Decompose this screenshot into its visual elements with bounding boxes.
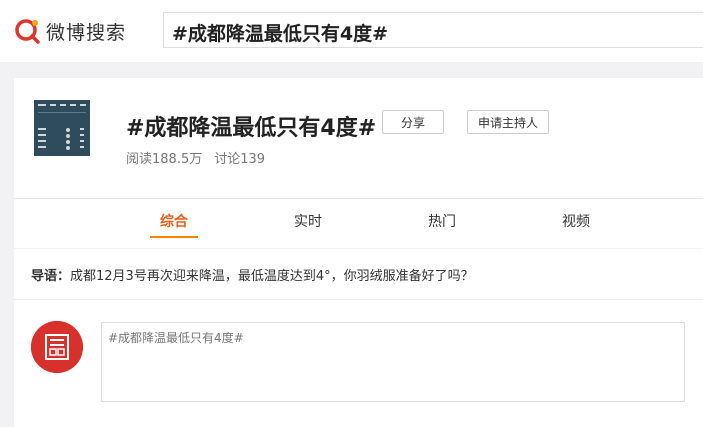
topic-guide: 导语：成都12月3号再次迎来降温，最低温度达到4°，你羽绒服准备好了吗？ — [14, 249, 703, 300]
discussion-count: 讨论139 — [214, 152, 266, 167]
search-input[interactable]: #成都降温最低只有4度# — [163, 12, 703, 48]
apply-host-button[interactable]: 申请主持人 — [467, 110, 549, 134]
topic-thumbnail — [34, 100, 90, 156]
logo-text: 微博搜索 — [46, 21, 127, 44]
tab-realtime[interactable]: 实时 — [278, 211, 338, 231]
avatar-seal-icon — [31, 321, 83, 373]
post-textarea-value: #成都降温最低只有4度# — [108, 331, 244, 345]
top-bar: 微博搜索 #成都降温最低只有4度# — [0, 0, 703, 62]
tab-bar: 综合 实时 热门 视频 图 — [14, 199, 703, 248]
weibo-search-logo[interactable]: 微博搜索 — [14, 15, 126, 47]
active-tab-indicator — [150, 236, 198, 238]
post-textarea[interactable]: #成都降温最低只有4度# — [101, 322, 685, 402]
read-count: 阅读188.5万 — [126, 152, 203, 167]
topic-title: #成都降温最低只有4度# — [126, 116, 377, 141]
tab-comprehensive[interactable]: 综合 — [144, 211, 204, 231]
compose-area: #成都降温最低只有4度# — [14, 300, 703, 427]
topic-stats: 阅读188.5万 讨论139 — [126, 148, 277, 167]
share-button[interactable]: 分享 — [382, 110, 444, 134]
topic-card: #成都降温最低只有4度# 分享 申请主持人 阅读188.5万 讨论139 综合 实… — [14, 78, 703, 248]
guide-text: 成都12月3号再次迎来降温，最低温度达到4°，你羽绒服准备好了吗？ — [70, 269, 474, 284]
tab-video[interactable]: 视频 — [546, 211, 606, 231]
user-avatar[interactable] — [31, 321, 83, 373]
search-input-value: #成都降温最低只有4度# — [172, 23, 389, 45]
tab-hot[interactable]: 热门 — [412, 211, 472, 231]
guide-label: 导语： — [31, 269, 71, 284]
tab-images[interactable]: 图 — [680, 211, 703, 231]
search-logo-icon — [15, 19, 40, 44]
